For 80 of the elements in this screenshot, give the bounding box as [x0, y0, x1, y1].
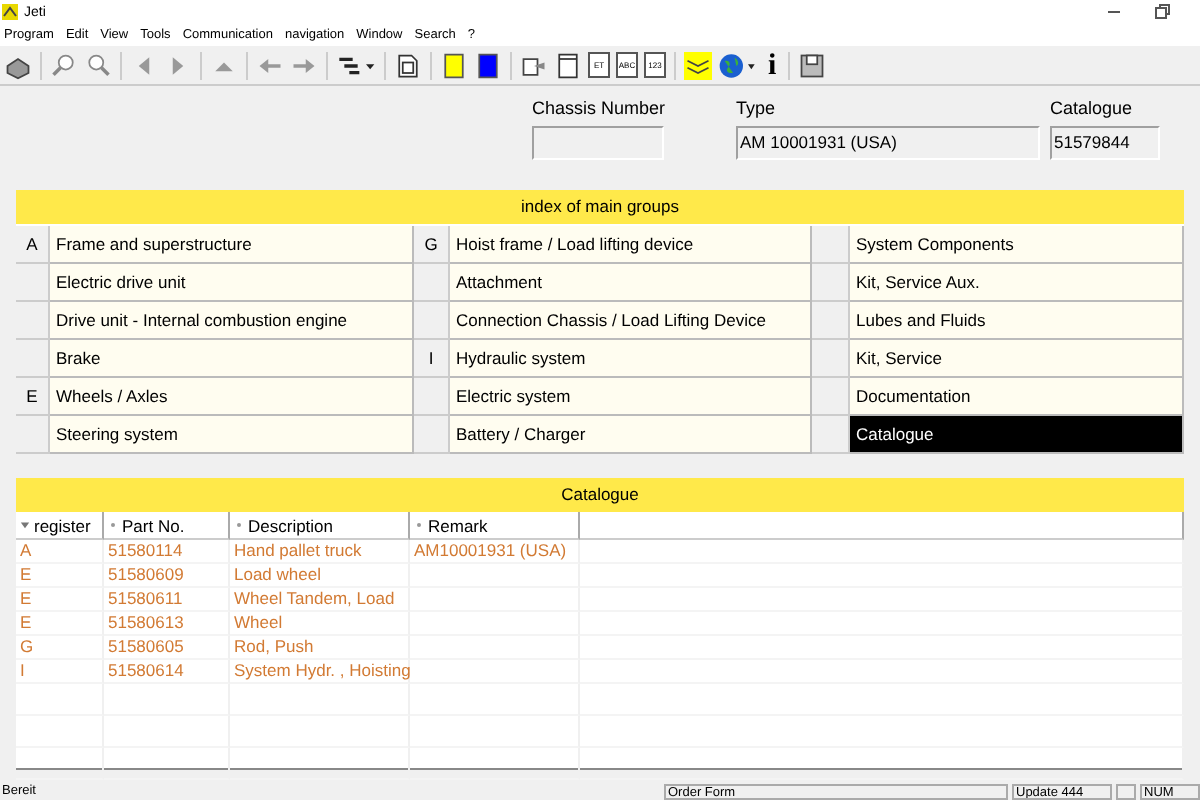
table-cell: E	[16, 588, 104, 612]
group-item[interactable]: Frame and superstructure	[50, 226, 414, 264]
table-cell: A	[16, 540, 104, 564]
document-icon[interactable]	[394, 51, 422, 79]
table-cell: System Hydr. , Hoisting	[230, 660, 410, 684]
group-item[interactable]: Kit, Service	[850, 340, 1184, 378]
color-square-icon[interactable]	[440, 51, 468, 79]
table-cell: 51580613	[104, 612, 230, 636]
group-letter	[16, 340, 50, 378]
table-cell: E	[16, 612, 104, 636]
column-header[interactable]: Description	[230, 512, 410, 540]
group-item[interactable]: Hydraulic system	[450, 340, 812, 378]
group-letter: I	[414, 340, 450, 378]
group-letter: A	[16, 226, 50, 264]
group-item[interactable]: Steering system	[50, 416, 414, 454]
table-cell: 51580611	[104, 588, 230, 612]
column-header[interactable]: Remark	[410, 512, 580, 540]
group-letter	[812, 226, 850, 264]
group-item[interactable]: Connection Chassis / Load Lifting Device	[450, 302, 812, 340]
group-item[interactable]: Hoist frame / Load lifting device	[450, 226, 812, 264]
group-item[interactable]: Attachment	[450, 264, 812, 302]
color-square-icon[interactable]	[474, 51, 502, 79]
table-cell: I	[16, 660, 104, 684]
table-cell: 51580114	[104, 540, 230, 564]
group-letter	[414, 378, 450, 416]
text-field[interactable]: AM 10001931 (USA)	[736, 126, 1040, 160]
table-cell: AM10001931 (USA)	[410, 540, 580, 564]
text-field[interactable]	[532, 126, 664, 160]
field-label: Type	[736, 98, 778, 122]
table-cell: Wheel Tandem, Load	[230, 588, 410, 612]
zoom-in-icon[interactable]	[50, 51, 78, 79]
group-letter	[16, 302, 50, 340]
field-label: Chassis Number	[532, 98, 668, 122]
table-cell: Wheel	[230, 612, 410, 636]
group-item[interactable]: Brake	[50, 340, 414, 378]
group-item[interactable]: Battery / Charger	[450, 416, 812, 454]
group-letter	[812, 264, 850, 302]
field-label: Catalogue	[1050, 98, 1135, 122]
group-letter	[414, 264, 450, 302]
status-panel	[1116, 783, 1136, 799]
table-cell: Load wheel	[230, 564, 410, 588]
table-cell: 51580605	[104, 636, 230, 660]
group-letter: E	[16, 378, 50, 416]
group-item[interactable]: System Components	[850, 226, 1184, 264]
restore-icon[interactable]	[1152, 2, 1172, 22]
group-letter	[812, 340, 850, 378]
group-letter	[812, 302, 850, 340]
group-item[interactable]: Kit, Service Aux.	[850, 264, 1184, 302]
table-cell: 51580614	[104, 660, 230, 684]
app-icon	[2, 4, 18, 20]
table-cell	[104, 748, 230, 780]
group-item[interactable]: Lubes and Fluids	[850, 302, 1184, 340]
zoom-out-icon[interactable]	[84, 51, 112, 79]
cabinet-icon[interactable]	[554, 51, 582, 79]
table-cell: Rod, Push	[230, 636, 410, 660]
group-letter	[414, 416, 450, 454]
info-button[interactable]: i	[764, 51, 781, 79]
group-item[interactable]: Electric drive unit	[50, 264, 414, 302]
column-header[interactable]: Part No.	[104, 512, 230, 540]
table-cell	[16, 748, 104, 780]
group-letter	[16, 416, 50, 454]
group-item[interactable]: Drive unit - Internal combustion engine	[50, 302, 414, 340]
group-letter	[812, 378, 850, 416]
group-item[interactable]: Documentation	[850, 378, 1184, 416]
group-item[interactable]: Catalogue	[850, 416, 1184, 454]
group-item[interactable]: Electric system	[450, 378, 812, 416]
group-letter: G	[414, 226, 450, 264]
table-cell: 51580609	[104, 564, 230, 588]
table-cell: Hand pallet truck	[230, 540, 410, 564]
section-header: Catalogue	[16, 478, 1184, 512]
globe-dropdown-icon[interactable]	[718, 51, 758, 79]
table-cell: E	[16, 564, 104, 588]
group-letter	[812, 416, 850, 454]
section-header: index of main groups	[16, 190, 1184, 224]
group-item[interactable]: Wheels / Axles	[50, 378, 414, 416]
column-header[interactable]: register	[16, 512, 104, 540]
group-letter	[16, 264, 50, 302]
table-cell: G	[16, 636, 104, 660]
group-letter	[414, 302, 450, 340]
text-field[interactable]: 51579844	[1050, 126, 1160, 160]
